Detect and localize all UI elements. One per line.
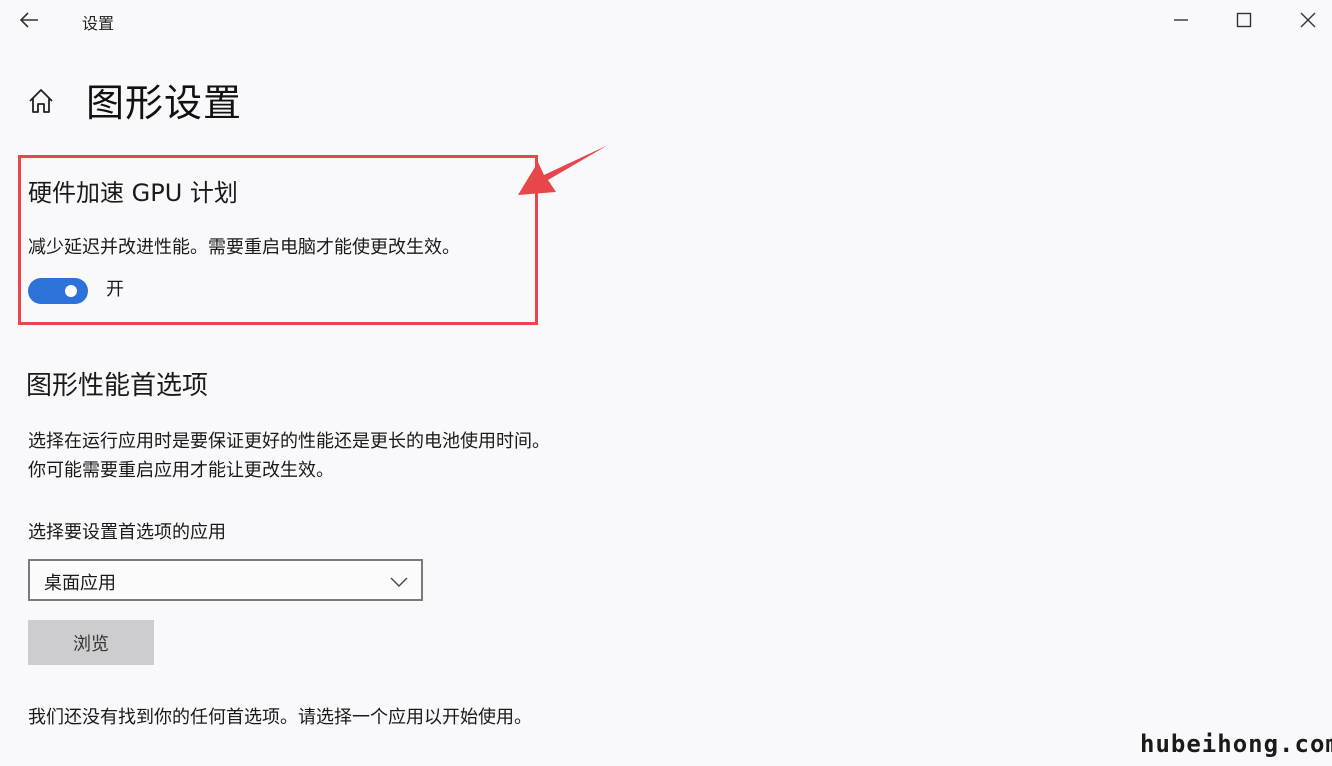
minimize-icon [1174, 19, 1188, 21]
home-button[interactable] [24, 84, 58, 118]
graphics-preference-heading: 图形性能首选项 [26, 371, 209, 401]
close-button[interactable] [1292, 6, 1324, 34]
back-arrow-icon [19, 12, 38, 28]
annotation-arrow-icon [518, 145, 608, 195]
back-button[interactable] [14, 6, 44, 34]
page-title: 图形设置 [86, 81, 243, 125]
empty-preferences-message: 我们还没有找到你的任何首选项。请选择一个应用以开始使用。 [28, 707, 532, 728]
browse-button[interactable]: 浏览 [28, 620, 154, 665]
minimize-button[interactable] [1165, 6, 1197, 34]
gpu-scheduling-description: 减少延迟并改进性能。需要重启电脑才能使更改生效。 [28, 237, 460, 258]
watermark: hubeihong.com [1140, 730, 1332, 758]
app-type-dropdown[interactable]: 桌面应用 [28, 559, 423, 601]
window-title: 设置 [82, 14, 115, 33]
chevron-down-icon [390, 577, 408, 587]
graphics-preference-description-1: 选择在运行应用时是要保证更好的性能还是更长的电池使用时间。 [28, 431, 550, 452]
dropdown-value: 桌面应用 [44, 573, 116, 594]
toggle-state-label: 开 [106, 279, 124, 300]
gpu-scheduling-toggle[interactable] [28, 278, 88, 304]
maximize-icon [1236, 12, 1252, 28]
close-icon [1300, 12, 1316, 28]
select-app-label: 选择要设置首选项的应用 [28, 522, 226, 543]
maximize-button[interactable] [1228, 6, 1260, 34]
gpu-scheduling-heading: 硬件加速 GPU 计划 [28, 179, 238, 207]
graphics-preference-description-2: 你可能需要重启应用才能让更改生效。 [28, 460, 334, 481]
toggle-knob [65, 285, 77, 297]
home-icon [29, 89, 53, 113]
